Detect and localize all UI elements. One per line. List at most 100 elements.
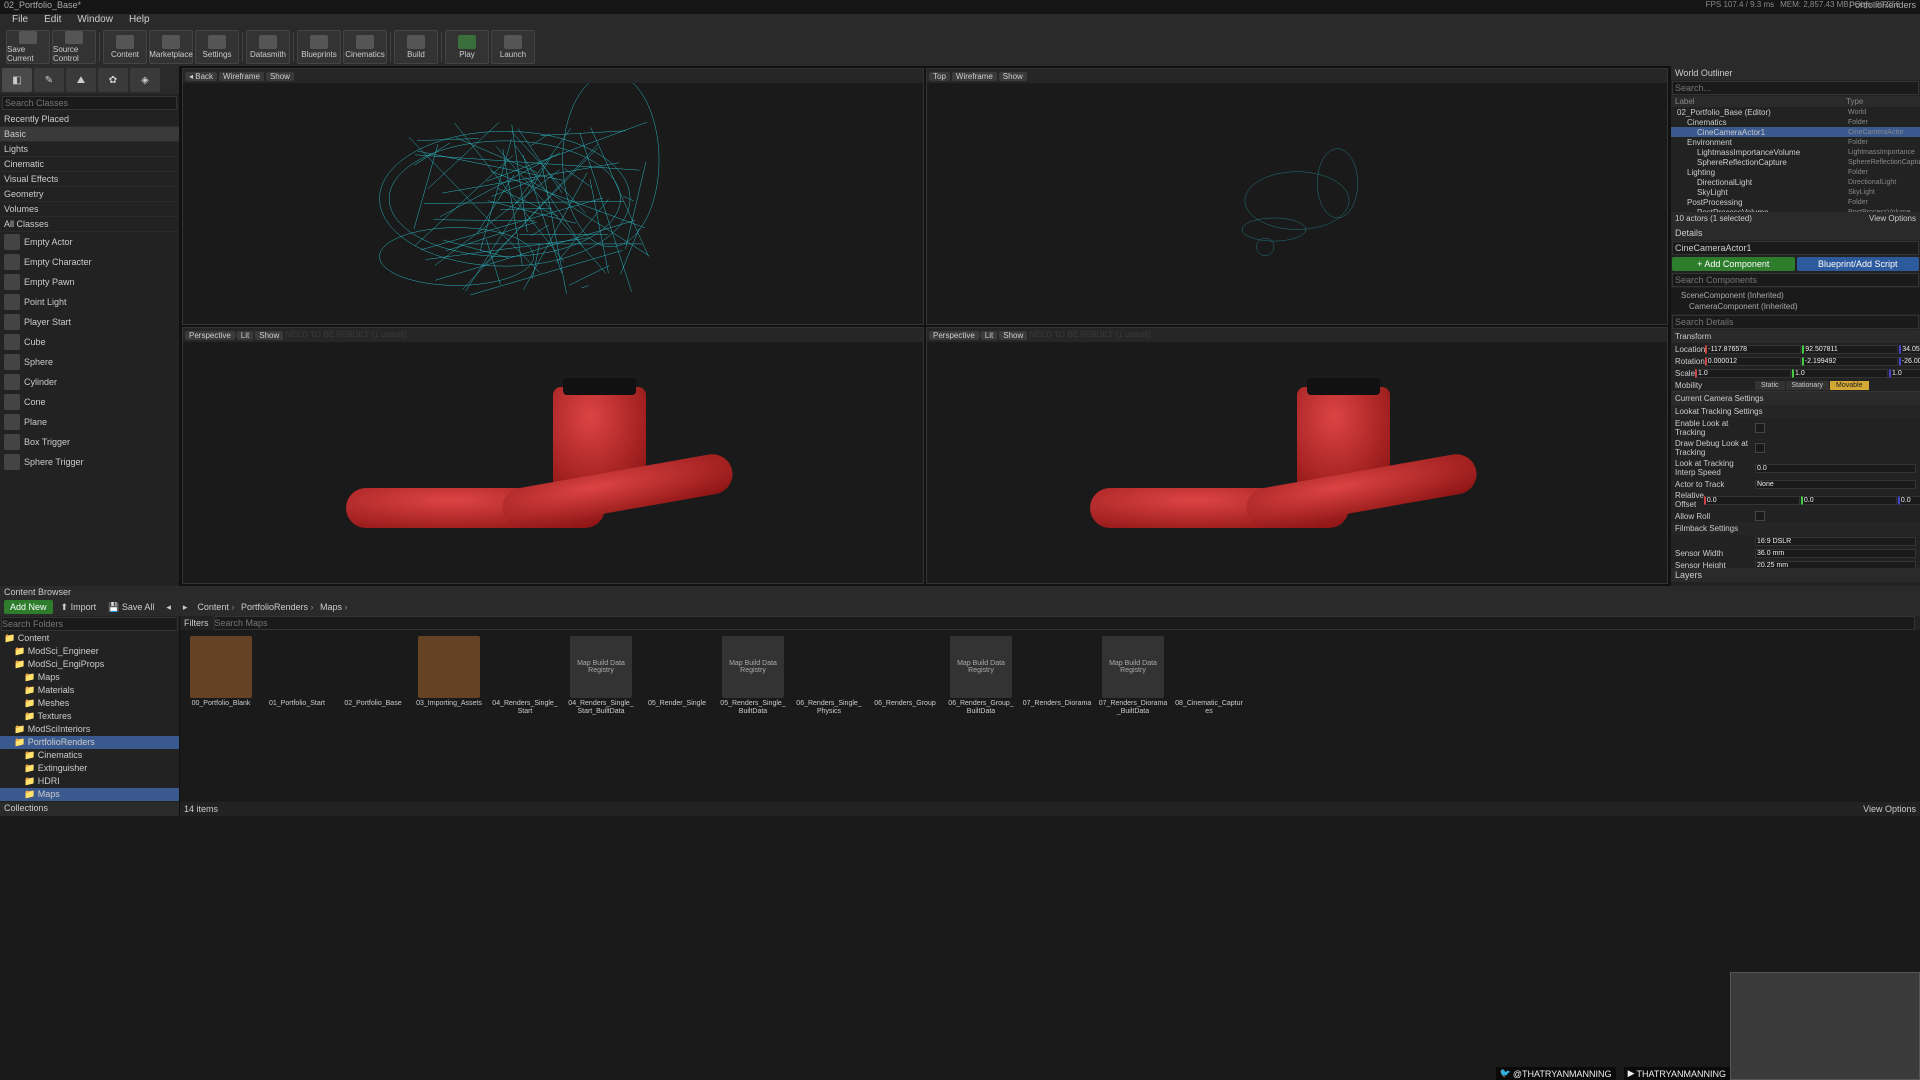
folder-tree-item[interactable]: 📁 Cinematics <box>0 749 179 762</box>
asset-tile[interactable]: 02_Portfolio_Base <box>338 636 408 796</box>
build-button[interactable]: Build <box>394 30 438 64</box>
path-segment[interactable]: PortfolioRenders <box>239 602 316 612</box>
outliner-item[interactable]: LightmassImportanceVolumeLightmassImport… <box>1671 147 1920 157</box>
content-button[interactable]: Content <box>103 30 147 64</box>
outliner-item[interactable]: CineCameraActor1CineCameraActor <box>1671 127 1920 137</box>
vp-show-dropdown[interactable]: Show <box>999 72 1027 81</box>
outliner-view-options[interactable]: View Options <box>1869 214 1916 224</box>
modes-actor-item[interactable]: Player Start <box>0 312 179 332</box>
filmback-preset[interactable] <box>1755 537 1916 546</box>
search-details-input[interactable] <box>1672 315 1919 329</box>
vp-mode-dropdown[interactable]: Perspective <box>929 331 979 340</box>
folder-tree-item[interactable]: 📁 PortfolioRenders <box>0 736 179 749</box>
viewport-top-left[interactable]: ◂ Back Wireframe Show <box>182 68 924 325</box>
play-button[interactable]: Play <box>445 30 489 64</box>
modes-actor-item[interactable]: Box Trigger <box>0 432 179 452</box>
asset-search-input[interactable] <box>214 616 1916 630</box>
folder-tree-item[interactable]: 📁 ModSci_EngiProps <box>0 658 179 671</box>
menu-edit[interactable]: Edit <box>36 14 69 28</box>
viewport-bottom-left[interactable]: Perspective Lit Show REFLECTION CAPTURES… <box>182 327 924 584</box>
scale-z-input[interactable] <box>1889 369 1920 378</box>
datasmith-button[interactable]: Datasmith <box>246 30 290 64</box>
place-mode-tab[interactable]: ◧ <box>2 68 32 92</box>
edit-blueprint-button[interactable]: Blueprint/Add Script <box>1797 257 1920 271</box>
modes-actor-item[interactable]: Empty Pawn <box>0 272 179 292</box>
save-button[interactable]: Save Current <box>6 30 50 64</box>
sensor-height-input[interactable] <box>1755 561 1916 569</box>
geometry-mode-tab[interactable]: ◈ <box>130 68 160 92</box>
add-new-button[interactable]: Add New <box>4 600 53 614</box>
layers-title[interactable]: Layers <box>1675 570 1702 580</box>
sources-search-input[interactable] <box>1 617 178 631</box>
asset-tile[interactable]: 07_Renders_Diorama <box>1022 636 1092 796</box>
sensor-width-input[interactable] <box>1755 549 1916 558</box>
camera-section[interactable]: Current Camera Settings <box>1671 392 1920 405</box>
modes-actor-item[interactable]: Empty Actor <box>0 232 179 252</box>
checkbox[interactable] <box>1755 511 1765 521</box>
vp-view-dropdown[interactable]: Wireframe <box>952 72 997 81</box>
cinematics-button[interactable]: Cinematics <box>343 30 387 64</box>
path-segment[interactable]: Maps <box>318 602 350 612</box>
forward-nav-button[interactable]: ▸ <box>179 601 192 614</box>
asset-tile[interactable]: 05_Render_Single <box>642 636 712 796</box>
foliage-mode-tab[interactable]: ✿ <box>98 68 128 92</box>
folder-tree-item[interactable]: 📁 Maps <box>0 671 179 684</box>
outliner-item[interactable]: SkyLightSkyLight <box>1671 187 1920 197</box>
outliner-item[interactable]: LightingFolder <box>1671 167 1920 177</box>
viewport-bottom-right[interactable]: Perspective Lit Show REFLECTION CAPTURES… <box>926 327 1668 584</box>
rotation-x-input[interactable] <box>1705 357 1801 366</box>
rotation-y-input[interactable] <box>1802 357 1898 366</box>
folder-tree-item[interactable]: 📁 Meshes <box>0 697 179 710</box>
collections-header[interactable]: Collections <box>0 802 179 816</box>
location-x-input[interactable] <box>1705 345 1801 354</box>
path-segment[interactable]: Content <box>195 602 236 612</box>
modes-actor-item[interactable]: Cone <box>0 392 179 412</box>
scale-y-input[interactable] <box>1792 369 1888 378</box>
mobility-static[interactable]: Static <box>1755 381 1785 390</box>
asset-tile[interactable]: Map Build Data Registry05_Renders_Single… <box>718 636 788 796</box>
folder-tree-item[interactable]: 📁 Extinguisher <box>0 762 179 775</box>
settings-button[interactable]: Settings <box>195 30 239 64</box>
folder-tree-item[interactable]: 📁 ModSciInteriors <box>0 723 179 736</box>
location-z-input[interactable] <box>1899 345 1920 354</box>
asset-tile[interactable]: 00_Portfolio_Blank <box>186 636 256 796</box>
back-nav-button[interactable]: ◂ <box>162 601 175 614</box>
folder-tree-item[interactable]: 📁 Materials <box>0 684 179 697</box>
modes-actor-item[interactable]: Sphere <box>0 352 179 372</box>
vp-mode-dropdown[interactable]: Top <box>929 72 950 81</box>
modes-search-input[interactable] <box>2 96 177 110</box>
component-item[interactable]: CameraComponent (Inherited) <box>1673 301 1918 312</box>
modes-actor-item[interactable]: Sphere Trigger <box>0 452 179 472</box>
menu-file[interactable]: File <box>4 14 36 28</box>
asset-tile[interactable]: 06_Renders_Single_Physics <box>794 636 864 796</box>
folder-tree-item[interactable]: 📁 Content <box>0 632 179 645</box>
col-type[interactable]: Type <box>1846 97 1916 106</box>
vp-view-dropdown[interactable]: Lit <box>981 331 997 340</box>
checkbox[interactable] <box>1755 423 1765 433</box>
view-options-button[interactable]: View Options <box>1863 804 1916 814</box>
menu-help[interactable]: Help <box>121 14 158 28</box>
outliner-item[interactable]: PostProcessingFolder <box>1671 197 1920 207</box>
col-label[interactable]: Label <box>1675 97 1846 106</box>
outliner-item[interactable]: CinematicsFolder <box>1671 117 1920 127</box>
vp-mode-dropdown[interactable]: Wireframe <box>219 72 264 81</box>
vp-mode-dropdown[interactable]: Perspective <box>185 331 235 340</box>
paint-mode-tab[interactable]: ✎ <box>34 68 64 92</box>
viewport-top-right[interactable]: Top Wireframe Show <box>926 68 1668 325</box>
scale-x-input[interactable] <box>1695 369 1791 378</box>
rotation-z-input[interactable] <box>1899 357 1920 366</box>
source-control-button[interactable]: Source Control <box>52 30 96 64</box>
modes-actor-item[interactable]: Plane <box>0 412 179 432</box>
asset-tile[interactable]: Map Build Data Registry07_Renders_Dioram… <box>1098 636 1168 796</box>
asset-tile[interactable]: 04_Renders_Single_Start <box>490 636 560 796</box>
landscape-mode-tab[interactable]: ⛰ <box>66 68 96 92</box>
marketplace-button[interactable]: Marketplace <box>149 30 193 64</box>
add-component-button[interactable]: + Add Component <box>1672 257 1795 271</box>
asset-tile[interactable]: 01_Portfolio_Start <box>262 636 332 796</box>
outliner-item[interactable]: SphereReflectionCaptureSphereReflectionC… <box>1671 157 1920 167</box>
folder-tree-item[interactable]: 📁 ModSci_Engineer <box>0 645 179 658</box>
save-all-button[interactable]: 💾 Save All <box>104 601 158 614</box>
vp-show-dropdown[interactable]: Show <box>255 331 283 340</box>
checkbox[interactable] <box>1755 443 1765 453</box>
mobility-movable[interactable]: Movable <box>1830 381 1868 390</box>
